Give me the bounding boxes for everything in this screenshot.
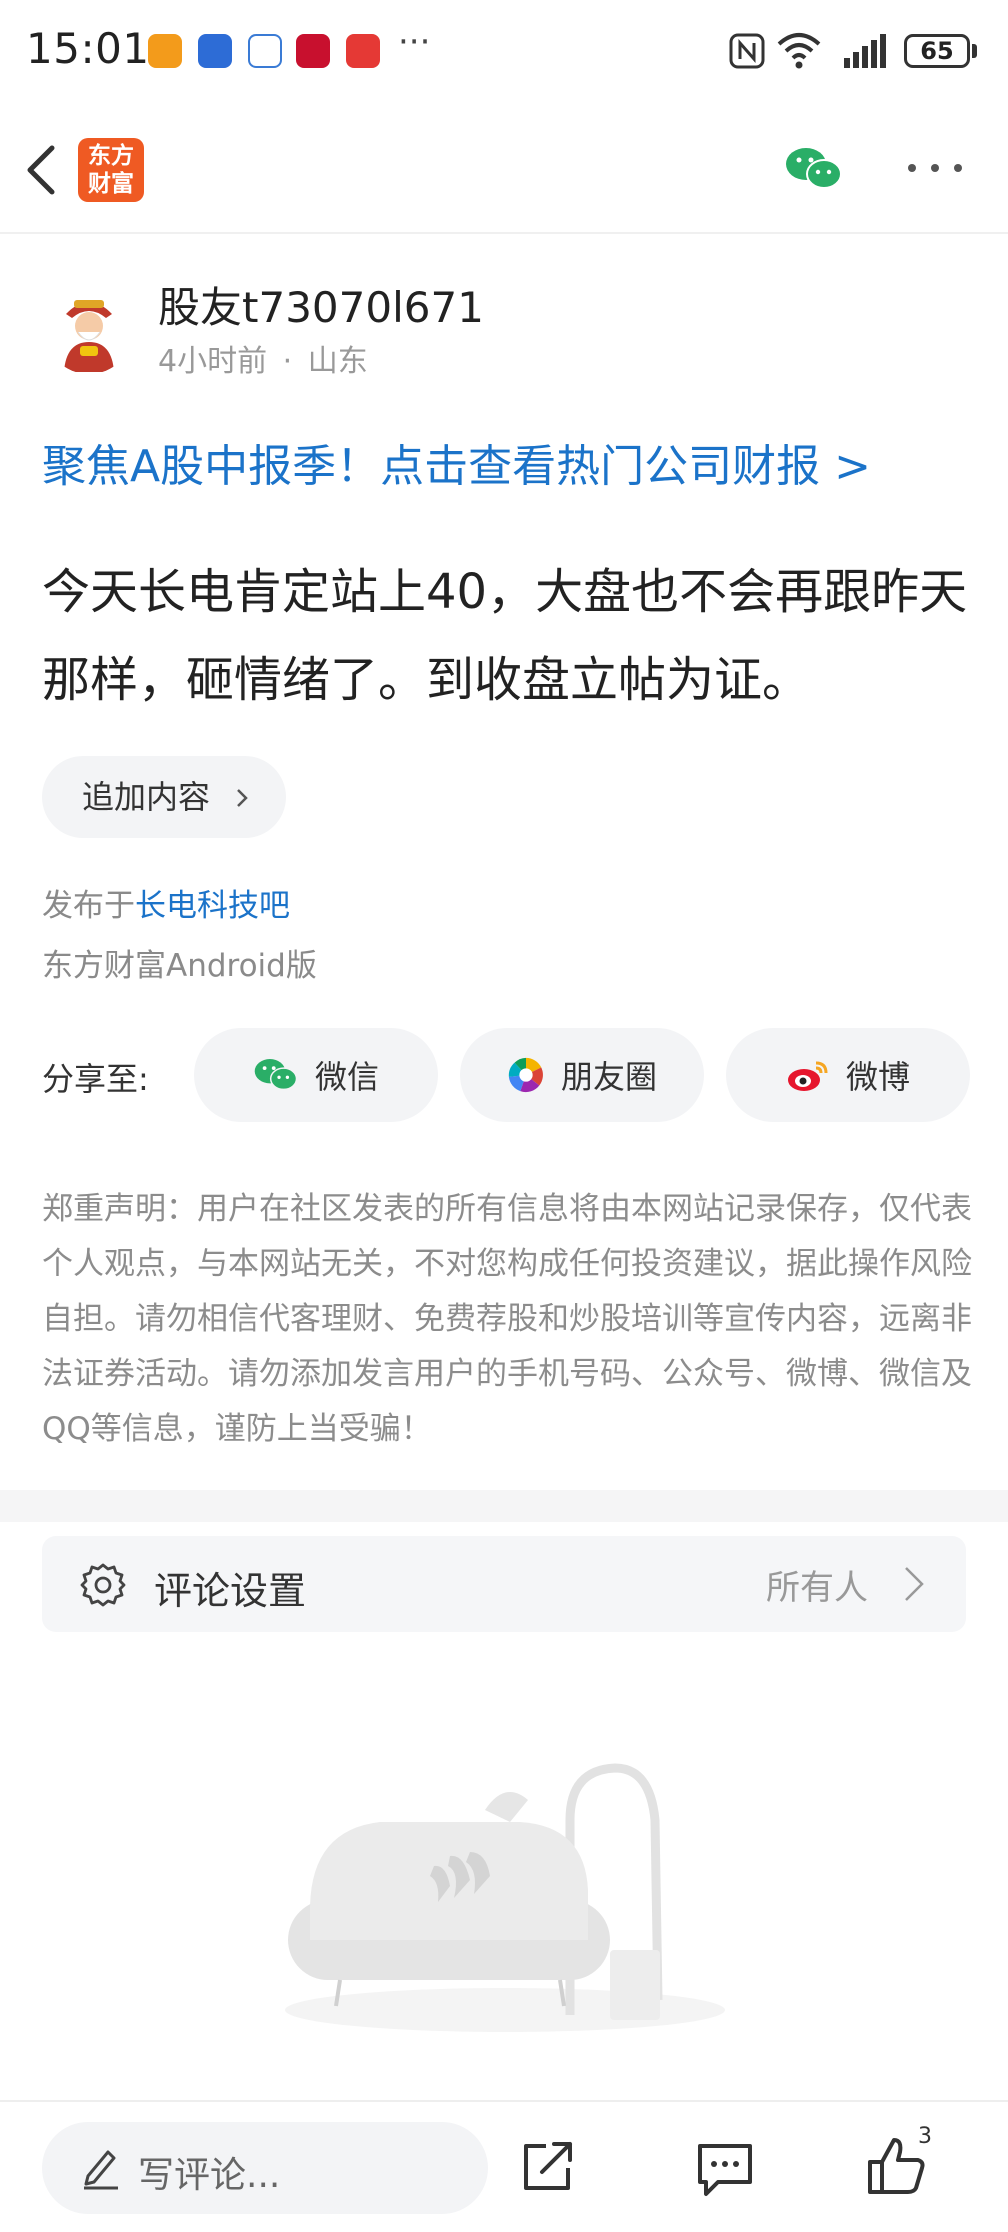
- gear-icon: [80, 1563, 126, 1607]
- empty-comments-illustration: [285, 1763, 725, 2032]
- more-notifications-icon: ···: [398, 22, 431, 62]
- bottom-bar-divider: [0, 2100, 1008, 2102]
- share-wechat-label: 微信: [314, 1058, 379, 1096]
- signal-icon: [844, 34, 886, 68]
- append-content-button[interactable]: 追加内容: [42, 756, 286, 838]
- disclaimer-text: 郑重声明：用户在社区发表的所有信息将由本网站记录保存，仅代表个人观点，与本网站无…: [42, 1191, 972, 1447]
- forum-link[interactable]: 长电科技吧: [135, 888, 290, 924]
- wechat-icon: [254, 1059, 298, 1091]
- share-icon[interactable]: [518, 2136, 578, 2196]
- notification-app-icon: [148, 34, 182, 68]
- meta-separator: ·: [282, 344, 293, 379]
- moments-icon: [508, 1057, 543, 1093]
- comments-icon[interactable]: [694, 2140, 756, 2198]
- comment-placeholder[interactable]: 写评论...: [138, 2146, 280, 2198]
- battery-indicator: 65: [904, 34, 970, 68]
- published-prefix: 发布于: [42, 888, 135, 924]
- brand-logo[interactable]: 东方 财富: [78, 138, 144, 202]
- author-name[interactable]: 股友t73070l671: [158, 274, 484, 335]
- comment-settings-label: 评论设置: [154, 1569, 307, 1613]
- wechat-share-icon[interactable]: [784, 144, 844, 194]
- post-meta: 4小时前 · 山东: [158, 336, 368, 380]
- comment-settings-value: 所有人: [766, 1568, 868, 1608]
- more-options-icon[interactable]: [900, 148, 970, 188]
- avatar[interactable]: [44, 284, 134, 374]
- post-body: 今天长电肯定站上40，大盘也不会再跟昨天那样，砸情绪了。到收盘立帖为证。: [42, 564, 968, 708]
- notification-app-icon: [248, 34, 282, 68]
- weibo-icon: [787, 1061, 828, 1091]
- back-button[interactable]: [18, 140, 68, 200]
- notification-app-icon: [296, 34, 330, 68]
- share-moments-label: 朋友圈: [560, 1058, 657, 1096]
- post-location: 山东: [307, 344, 368, 379]
- header-divider: [0, 232, 1008, 234]
- share-label: 分享至:: [42, 1060, 149, 1098]
- chevron-right-icon: [237, 789, 248, 807]
- append-content-label: 追加内容: [82, 778, 211, 816]
- published-in: 发布于长电科技吧: [42, 880, 290, 925]
- share-weibo-label: 微博: [845, 1058, 910, 1096]
- notification-app-icon: [346, 34, 380, 68]
- post-time: 4小时前: [158, 344, 268, 379]
- like-count: 3: [918, 2124, 932, 2149]
- share-wechat-button[interactable]: 微信: [194, 1028, 438, 1122]
- chevron-right-icon: [905, 1567, 924, 1601]
- battery-tip: [972, 44, 977, 58]
- pen-icon: [84, 2150, 118, 2190]
- wifi-icon: [777, 33, 821, 69]
- section-divider: [0, 1490, 1008, 1522]
- notification-app-icon: [198, 34, 232, 68]
- promo-link[interactable]: 聚焦A股中报季！点击查看热门公司财报 >: [42, 430, 871, 494]
- status-time: 15:01: [26, 24, 150, 73]
- share-weibo-button[interactable]: 微博: [726, 1028, 970, 1122]
- post-platform: 东方财富Android版: [42, 948, 317, 984]
- nfc-icon: [729, 33, 765, 69]
- share-moments-button[interactable]: 朋友圈: [460, 1028, 704, 1122]
